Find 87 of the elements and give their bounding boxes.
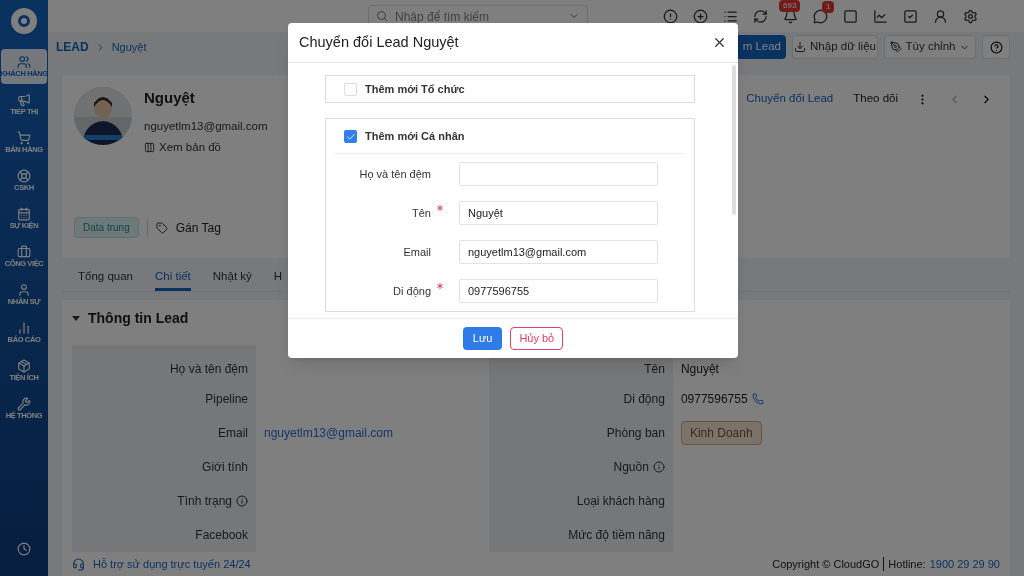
message-count: 1	[822, 0, 835, 13]
duplicate-tag: Data trung	[74, 217, 139, 238]
section-title: Thông tin Lead	[88, 308, 189, 328]
user-icon[interactable]	[933, 8, 948, 24]
tab[interactable]: Tổng quan	[78, 262, 133, 291]
assign-tag-link[interactable]: Gán Tag	[175, 218, 221, 237]
breadcrumb-root[interactable]: LEAD	[56, 38, 89, 56]
save-button[interactable]: Lưu	[462, 327, 503, 350]
text-field[interactable]: Nguyệt	[459, 201, 658, 225]
lead-name: Nguyệt	[144, 88, 196, 108]
field-label: Tên	[412, 205, 431, 221]
field-label: Phòng ban	[606, 425, 665, 442]
checkbox[interactable]	[344, 82, 357, 96]
tab[interactable]: Chi tiết	[155, 262, 191, 291]
map-link[interactable]: Xem bản đồ	[159, 138, 221, 156]
field-label: Facebook	[195, 527, 248, 544]
box-icon	[17, 358, 31, 373]
tab[interactable]: H	[273, 262, 283, 291]
checkbox[interactable]	[344, 130, 357, 143]
list-icon[interactable]	[723, 8, 738, 24]
text-field[interactable]: nguyetlm13@gmail.com	[459, 240, 658, 264]
field-label: Di động	[393, 283, 431, 299]
hotline-label: Hotline:	[888, 556, 926, 572]
close-icon[interactable]	[712, 35, 727, 50]
briefcase-icon	[17, 244, 31, 259]
help-button[interactable]	[982, 35, 1010, 59]
tag-icon	[155, 221, 168, 234]
refresh-icon[interactable]	[753, 8, 768, 24]
download-icon	[794, 41, 807, 53]
follow-button[interactable]: Theo dõi	[849, 87, 902, 111]
text-field[interactable]	[459, 162, 658, 186]
add-icon[interactable]	[693, 8, 708, 24]
department-tag: Kinh Doanh	[680, 421, 762, 445]
field-label: Mức độ tiềm năng	[568, 527, 665, 544]
lead-email: nguyetlm13@gmail.com	[144, 118, 268, 134]
field-value: Nguyệt	[680, 361, 719, 378]
chart-icon	[17, 320, 31, 335]
breadcrumb-current: Nguyệt	[111, 39, 147, 55]
cancel-button[interactable]: Hủy bỏ	[510, 327, 564, 350]
field-label: Giới tính	[202, 459, 248, 476]
history-icon[interactable]	[17, 542, 31, 556]
group-label: Thêm mới Tổ chức	[365, 81, 465, 97]
field-label: Email	[403, 244, 431, 260]
tab[interactable]: Nhật ký	[212, 262, 252, 291]
field-label: Loại khách hàng	[576, 493, 665, 510]
field-label: Pipeline	[205, 391, 248, 408]
lifebuoy-icon	[17, 168, 31, 183]
support-link[interactable]: Hỗ trợ sử dụng trực tuyến 24/24	[93, 555, 251, 573]
pen-icon	[889, 41, 902, 53]
chat-icon[interactable]	[813, 8, 828, 24]
import-button[interactable]: Nhập dữ liệu	[792, 35, 878, 59]
users-icon	[17, 54, 31, 69]
check-icon	[345, 131, 356, 142]
cart-icon	[17, 130, 31, 145]
megaphone-icon	[17, 92, 31, 107]
phone-icon[interactable]	[751, 393, 764, 405]
search-icon	[376, 10, 388, 22]
task-icon[interactable]	[903, 8, 918, 24]
text-field[interactable]: 0977596755	[459, 279, 658, 303]
scrollbar[interactable]	[732, 65, 736, 215]
field-value: 0977596755	[680, 391, 748, 408]
copyright-text: Copyright © CloudGO	[772, 556, 880, 572]
field-label: Tình trạng	[177, 493, 232, 510]
person-icon	[17, 282, 31, 297]
field-label: Nguồn	[613, 459, 649, 476]
alert-icon[interactable]	[663, 8, 678, 24]
map-icon	[144, 141, 155, 153]
field-label: Email	[218, 425, 248, 442]
hotline-number[interactable]: 1900 29 29 90	[929, 555, 1000, 573]
notification-count: 693	[779, 0, 801, 12]
window-icon[interactable]	[843, 8, 858, 24]
help-icon	[989, 40, 1003, 54]
dialog-title: Chuyển đổi Lead Nguyệt	[299, 32, 459, 52]
field-label: Họ và tên đệm	[169, 361, 248, 378]
field-label: Tên	[644, 361, 665, 378]
customize-button[interactable]: Tùy chỉnh	[884, 35, 976, 59]
settings-icon[interactable]	[963, 8, 978, 24]
email-link[interactable]: nguyetlm13@gmail.com	[264, 424, 393, 442]
field-label: Họ và tên đệm	[359, 166, 431, 182]
collapse-caret[interactable]	[72, 315, 80, 321]
logo-icon[interactable]	[11, 8, 37, 34]
field-label: Di động	[623, 391, 665, 408]
group-label: Thêm mới Cá nhân	[365, 129, 465, 145]
support-icon	[72, 557, 85, 571]
wrench-icon	[17, 396, 31, 411]
calendar-icon	[17, 206, 31, 221]
chart-icon[interactable]	[873, 8, 888, 24]
